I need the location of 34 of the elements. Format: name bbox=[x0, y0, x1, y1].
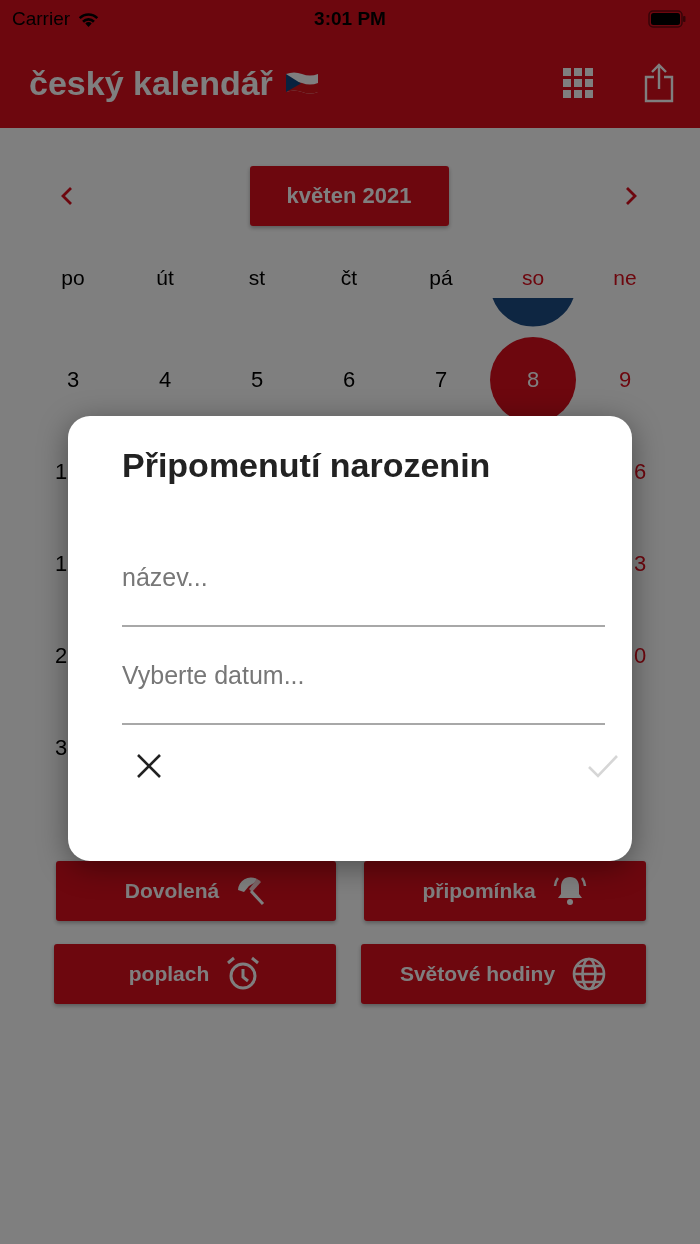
carrier-label: Carrier bbox=[12, 8, 71, 30]
alarm-clock-icon bbox=[225, 956, 262, 992]
share-icon[interactable] bbox=[643, 63, 675, 103]
action-button[interactable]: Světové hodiny bbox=[361, 944, 646, 1004]
weekday-label: ne bbox=[612, 265, 638, 291]
action-button[interactable]: Dovolená bbox=[56, 861, 336, 921]
close-icon[interactable] bbox=[136, 753, 162, 779]
day-cell[interactable]: 1 bbox=[55, 551, 68, 577]
weekday-label: po bbox=[60, 265, 86, 291]
input-field[interactable]: název... bbox=[122, 553, 605, 627]
day-cell[interactable]: 0 bbox=[634, 643, 647, 669]
grid-icon[interactable] bbox=[563, 68, 593, 98]
input-field[interactable]: Vyberte datum... bbox=[122, 651, 605, 725]
day-cell[interactable]: 1 bbox=[55, 459, 68, 485]
dialog-title: Připomenutí narozenin bbox=[122, 445, 492, 486]
bell-icon bbox=[551, 874, 588, 908]
globe-icon bbox=[571, 956, 608, 992]
day-cell[interactable]: 3 bbox=[634, 551, 647, 577]
weekday-label: čt bbox=[339, 265, 359, 291]
flag-icon bbox=[284, 71, 319, 95]
app-title: český kalendář bbox=[29, 63, 273, 103]
weekday-label: so bbox=[520, 265, 546, 291]
weekday-label: pá bbox=[428, 265, 454, 291]
day-cell[interactable]: 3 bbox=[55, 735, 68, 761]
next-month-icon[interactable] bbox=[625, 186, 637, 206]
clock-time: 3:01 PM bbox=[314, 8, 386, 30]
weekday-label: út bbox=[155, 265, 175, 291]
previous-month-icon[interactable] bbox=[61, 186, 73, 206]
day-cell[interactable]: 6 bbox=[634, 459, 647, 485]
action-button[interactable]: připomínka bbox=[364, 861, 646, 921]
month-button[interactable]: květen 2021 bbox=[249, 166, 449, 226]
day-cell[interactable]: 2 bbox=[55, 643, 68, 669]
action-button[interactable]: poplach bbox=[54, 944, 336, 1004]
weekday-label: st bbox=[247, 265, 267, 291]
